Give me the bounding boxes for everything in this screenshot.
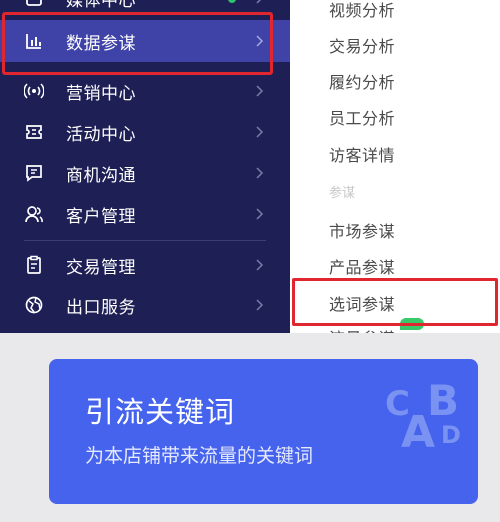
card-description: 为本店铺带来流量的关键词 [85, 445, 314, 467]
sidebar-item-activities[interactable]: 活动中心 [0, 112, 290, 152]
menu-divider [24, 240, 266, 241]
sidebar-item-label: 商机沟通 [66, 165, 136, 186]
chevron-right-icon [252, 166, 266, 180]
chevron-right-icon [252, 298, 266, 312]
users-icon [24, 204, 44, 224]
chevron-right-icon [252, 258, 266, 272]
broadcast-icon [24, 81, 44, 101]
chevron-right-icon [252, 125, 266, 139]
submenu-item-staff-analysis[interactable]: 员工分析 [329, 105, 395, 129]
submenu-item-traffic-advisor[interactable]: 流量参谋 [329, 325, 395, 333]
sidebar-item-label: 媒体中心 [66, 0, 136, 11]
highlight-box-data-advisor [2, 12, 273, 75]
submenu-item-video-analysis[interactable]: 视频分析 [329, 0, 395, 21]
sidebar-menu: 媒体中心 数据参谋 营销中心 活动中心 商机沟通 客户管理 交易管理 出口服务 [0, 0, 290, 333]
globe-icon [24, 295, 44, 315]
sidebar-item-label: 营销中心 [66, 83, 136, 104]
sidebar-item-label: 客户管理 [66, 206, 136, 227]
sidebar-item-export[interactable]: 出口服务 [0, 285, 290, 325]
sidebar-item-marketing[interactable]: 营销中心 [0, 71, 290, 111]
chevron-right-icon [252, 207, 266, 221]
chevron-right-icon [252, 0, 266, 5]
sidebar-item-business-chat[interactable]: 商机沟通 [0, 153, 290, 193]
sidebar-item-orders[interactable]: 交易管理 [0, 245, 290, 285]
sidebar-item-label: 交易管理 [66, 257, 136, 278]
clipboard-icon [24, 255, 44, 275]
highlight-box-keyword-advisor [292, 278, 498, 326]
submenu-item-product-advisor[interactable]: 产品参谋 [329, 254, 395, 278]
ticket-icon [24, 122, 44, 142]
submenu-item-trade-analysis[interactable]: 交易分析 [329, 33, 395, 57]
sidebar-item-label: 活动中心 [66, 124, 136, 145]
chat-icon [24, 163, 44, 183]
notification-dot [228, 0, 236, 3]
sidebar-item-label: 出口服务 [66, 297, 136, 318]
submenu-group-label: 参谋 [329, 186, 356, 201]
svg-text:D: D [441, 421, 461, 449]
keyword-feature-card[interactable]: 引流关键词 为本店铺带来流量的关键词 C A B D [49, 359, 478, 504]
card-title: 引流关键词 [85, 395, 236, 429]
sidebar-item-customers[interactable]: 客户管理 [0, 194, 290, 234]
media-icon [24, 0, 44, 8]
submenu-item-visitor-details[interactable]: 访客详情 [329, 142, 395, 166]
submenu-item-market-advisor[interactable]: 市场参谋 [329, 218, 395, 242]
svg-text:B: B [427, 376, 459, 425]
submenu-item-fulfillment-analysis[interactable]: 履约分析 [329, 69, 395, 93]
chevron-right-icon [252, 84, 266, 98]
letters-illustration-icon: C A B D [385, 376, 461, 451]
